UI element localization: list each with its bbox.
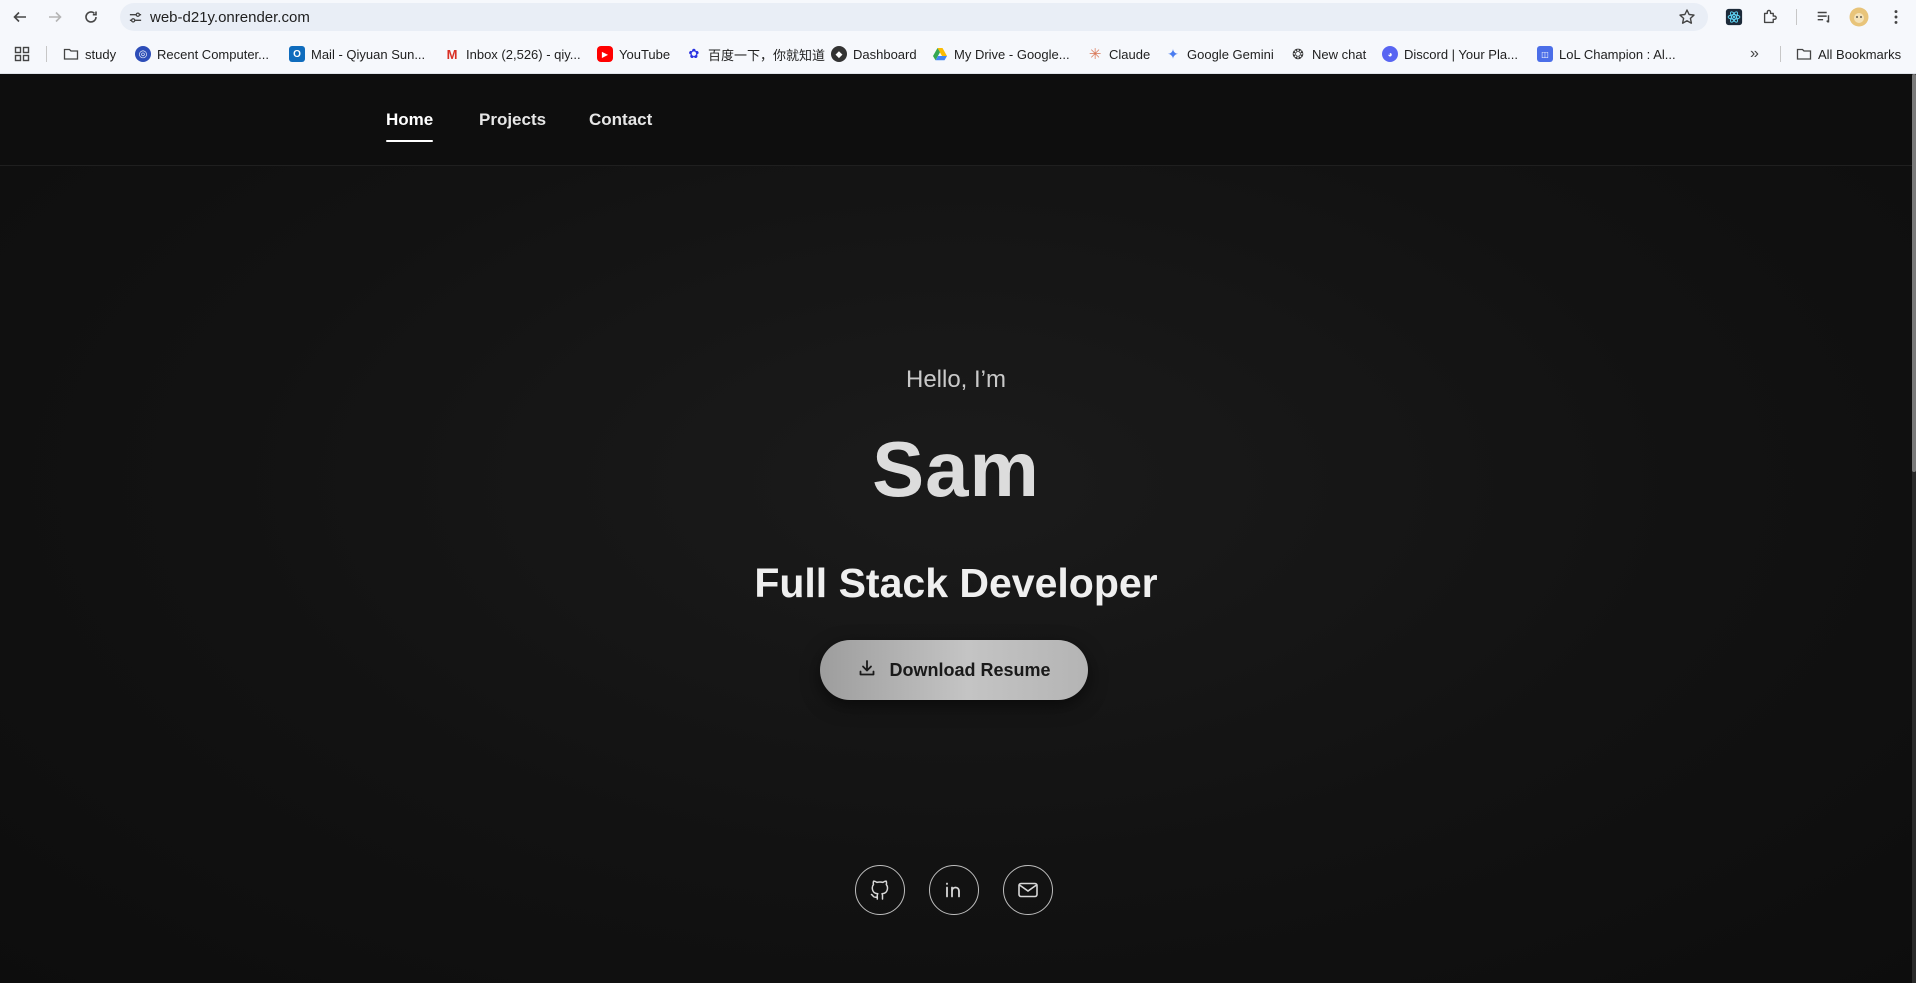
scrollbar-thumb[interactable]: [1912, 74, 1916, 472]
bookmark-claude[interactable]: ✳ Claude: [1087, 44, 1151, 64]
site-nav: Home Projects Contact: [0, 74, 1912, 166]
bookmark-new-chat[interactable]: ❂ New chat: [1290, 44, 1366, 64]
bookmark-star-icon[interactable]: [1678, 8, 1696, 26]
bookmark-label: Dashboard: [853, 46, 917, 62]
bookmark-label: YouTube: [619, 46, 671, 62]
page-scrollbar[interactable]: [1912, 74, 1916, 983]
bookmark-drive[interactable]: My Drive - Google...: [932, 44, 1070, 64]
portfolio-page: Home Projects Contact Hello, I’m Sam Ful…: [0, 74, 1916, 983]
hero-name: Sam: [872, 425, 1040, 513]
discord-icon: ◕: [1382, 46, 1398, 62]
drive-icon: [932, 46, 948, 62]
bookmark-label: New chat: [1312, 46, 1367, 62]
bookmark-label: Claude: [1109, 46, 1151, 62]
gemini-icon: ✦: [1167, 45, 1179, 62]
github-icon[interactable]: [855, 865, 905, 915]
nav-projects[interactable]: Projects: [479, 110, 546, 130]
bookmark-label: My Drive - Google...: [954, 46, 1070, 62]
hero-role: Full Stack Developer: [754, 560, 1158, 606]
outlook-icon: O: [289, 46, 305, 62]
nav-contact[interactable]: Contact: [589, 110, 652, 130]
url-text[interactable]: web-d21y.onrender.com: [150, 9, 310, 26]
lol-icon: ◫: [1537, 46, 1553, 62]
bookmark-label: Inbox (2,526) - qiy...: [466, 46, 581, 62]
bookmark-label: Recent Computer...: [157, 46, 269, 62]
bookmarks-overflow-icon[interactable]: »: [1750, 44, 1759, 64]
openai-icon: ❂: [1292, 45, 1304, 62]
bookmark-label: Google Gemini: [1187, 46, 1274, 62]
linkedin-icon[interactable]: [929, 865, 979, 915]
gmail-icon: M: [446, 46, 458, 62]
toolbar-divider: [1796, 9, 1797, 25]
nav-home[interactable]: Home: [386, 110, 434, 142]
bookmark-label: Discord | Your Pla...: [1404, 46, 1518, 62]
bookmark-baidu[interactable]: ✿ 百度一下，你就知道: [686, 44, 825, 64]
extensions-icon[interactable]: [1760, 7, 1780, 27]
youtube-icon: ▶: [597, 46, 613, 62]
claude-icon: ✳: [1088, 46, 1102, 63]
folder-icon: [63, 46, 79, 62]
bookmarks-divider: [46, 46, 47, 62]
apps-grid-icon[interactable]: [14, 44, 30, 64]
menu-kebab-icon[interactable]: [1886, 7, 1906, 27]
bookmark-label: Mail - Qiyuan Sun...: [311, 46, 426, 62]
bookmark-recent-computer[interactable]: ◎ Recent Computer...: [135, 44, 269, 64]
reload-icon[interactable]: [80, 6, 102, 28]
bookmark-label: LoL Champion : Al...: [1559, 46, 1676, 62]
download-resume-button[interactable]: Download Resume: [820, 640, 1088, 700]
react-devtools-icon[interactable]: [1724, 7, 1744, 27]
browser-toolbar: web-d21y.onrender.com: [0, 0, 1916, 34]
bookmark-lol[interactable]: ◫ LoL Champion : Al...: [1537, 44, 1676, 64]
ring-icon: ◎: [135, 46, 151, 62]
bookmark-dashboard[interactable]: ◆ Dashboard: [831, 44, 917, 64]
download-icon: [857, 658, 877, 683]
bookmark-youtube[interactable]: ▶ YouTube: [597, 44, 670, 64]
bookmark-label: study: [85, 46, 117, 62]
bookmarks-bar: study ◎ Recent Computer... O Mail - Qiyu…: [0, 34, 1916, 74]
site-settings-icon[interactable]: [120, 3, 150, 31]
reading-list-icon[interactable]: [1814, 7, 1834, 27]
all-bookmarks[interactable]: All Bookmarks: [1796, 44, 1901, 64]
bookmark-discord[interactable]: ◕ Discord | Your Pla...: [1382, 44, 1518, 64]
folder-icon: [1796, 46, 1812, 62]
bookmark-study[interactable]: study: [63, 44, 116, 64]
bookmarks-divider: [1780, 46, 1781, 62]
back-icon[interactable]: [9, 6, 31, 28]
forward-icon[interactable]: [44, 6, 66, 28]
hero-greeting: Hello, I’m: [905, 366, 1007, 393]
profile-avatar[interactable]: [1849, 7, 1869, 27]
address-bar[interactable]: web-d21y.onrender.com: [120, 3, 1708, 31]
download-resume-label: Download Resume: [889, 659, 1051, 680]
all-bookmarks-label: All Bookmarks: [1818, 46, 1902, 62]
bookmark-label: 百度一下，你就知道: [708, 47, 826, 63]
shield-icon: ◆: [831, 46, 847, 62]
baidu-icon: ✿: [688, 46, 700, 61]
bookmark-gemini[interactable]: ✦ Google Gemini: [1165, 44, 1274, 64]
bookmark-mail[interactable]: O Mail - Qiyuan Sun...: [289, 44, 425, 64]
bookmark-inbox[interactable]: M Inbox (2,526) - qiy...: [444, 44, 581, 64]
email-icon[interactable]: [1003, 865, 1053, 915]
